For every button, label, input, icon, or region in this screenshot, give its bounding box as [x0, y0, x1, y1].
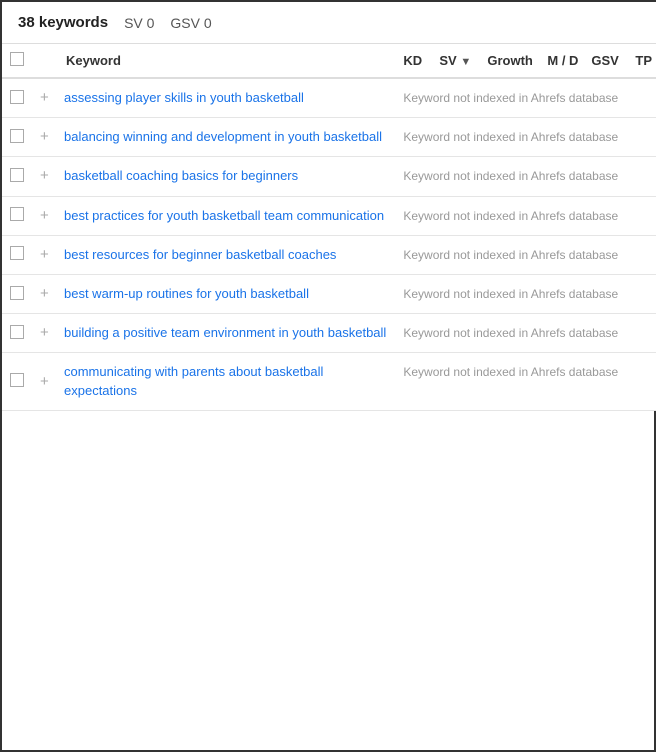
- plus-icon[interactable]: +: [40, 285, 49, 302]
- row-keyword-cell: best resources for beginner basketball c…: [58, 235, 397, 274]
- table-row: + basketball coaching basics for beginner…: [2, 157, 656, 196]
- select-all-checkbox[interactable]: [10, 52, 24, 66]
- table-row: + best practices for youth basketball tea…: [2, 196, 656, 235]
- not-indexed-label: Keyword not indexed in Ahrefs database: [397, 235, 656, 274]
- sv-label: SV 0: [124, 15, 154, 31]
- row-keyword-cell: balancing winning and development in you…: [58, 118, 397, 157]
- keywords-table: Keyword KD SV ▼ Growth M / D: [2, 44, 656, 411]
- plus-icon[interactable]: +: [40, 167, 49, 184]
- row-add-icon[interactable]: +: [34, 78, 58, 118]
- row-keyword-cell: assessing player skills in youth basketb…: [58, 78, 397, 118]
- gsv-label: GSV 0: [170, 15, 211, 31]
- row-checkbox-cell: [2, 274, 34, 313]
- row-checkbox-cell: [2, 196, 34, 235]
- header-tp: TP: [629, 44, 656, 78]
- header-md: M / D: [541, 44, 585, 78]
- table-row: + assessing player skills in youth basket…: [2, 78, 656, 118]
- plus-icon[interactable]: +: [40, 89, 49, 106]
- header-checkbox-cell: [2, 44, 34, 78]
- row-add-icon[interactable]: +: [34, 274, 58, 313]
- header-plus-cell: [34, 44, 58, 78]
- row-add-icon[interactable]: +: [34, 353, 58, 410]
- row-checkbox[interactable]: [10, 373, 24, 387]
- keyword-link[interactable]: balancing winning and development in you…: [64, 129, 382, 144]
- plus-icon[interactable]: +: [40, 207, 49, 224]
- plus-icon[interactable]: +: [40, 128, 49, 145]
- keyword-link[interactable]: best warm-up routines for youth basketba…: [64, 286, 309, 301]
- header-growth: Growth: [481, 44, 541, 78]
- not-indexed-label: Keyword not indexed in Ahrefs database: [397, 196, 656, 235]
- table-row: + communicating with parents about basket…: [2, 353, 656, 410]
- row-keyword-cell: basketball coaching basics for beginners: [58, 157, 397, 196]
- row-checkbox-cell: [2, 353, 34, 410]
- row-add-icon[interactable]: +: [34, 314, 58, 353]
- row-checkbox[interactable]: [10, 207, 24, 221]
- row-checkbox-cell: [2, 78, 34, 118]
- main-container: 38 keywords SV 0 GSV 0 Keyword KD: [2, 2, 656, 411]
- row-checkbox-cell: [2, 235, 34, 274]
- header-sv[interactable]: SV ▼: [433, 44, 481, 78]
- keyword-link[interactable]: basketball coaching basics for beginners: [64, 168, 298, 183]
- not-indexed-label: Keyword not indexed in Ahrefs database: [397, 314, 656, 353]
- row-keyword-cell: building a positive team environment in …: [58, 314, 397, 353]
- row-checkbox[interactable]: [10, 246, 24, 260]
- row-checkbox-cell: [2, 314, 34, 353]
- keyword-link[interactable]: best resources for beginner basketball c…: [64, 247, 336, 262]
- not-indexed-label: Keyword not indexed in Ahrefs database: [397, 78, 656, 118]
- header-kd: KD: [397, 44, 433, 78]
- not-indexed-label: Keyword not indexed in Ahrefs database: [397, 353, 656, 410]
- row-add-icon[interactable]: +: [34, 235, 58, 274]
- plus-icon[interactable]: +: [40, 324, 49, 341]
- plus-icon[interactable]: +: [40, 373, 49, 390]
- row-checkbox[interactable]: [10, 129, 24, 143]
- keyword-link[interactable]: building a positive team environment in …: [64, 325, 386, 340]
- header-bar: 38 keywords SV 0 GSV 0: [2, 2, 656, 44]
- row-checkbox[interactable]: [10, 325, 24, 339]
- table-row: + best resources for beginner basketball …: [2, 235, 656, 274]
- keyword-link[interactable]: assessing player skills in youth basketb…: [64, 90, 304, 105]
- row-keyword-cell: best practices for youth basketball team…: [58, 196, 397, 235]
- row-add-icon[interactable]: +: [34, 118, 58, 157]
- table-header-row: Keyword KD SV ▼ Growth M / D: [2, 44, 656, 78]
- row-checkbox-cell: [2, 157, 34, 196]
- keyword-link[interactable]: communicating with parents about basketb…: [64, 364, 323, 397]
- keywords-count: 38 keywords: [18, 14, 108, 31]
- row-checkbox-cell: [2, 118, 34, 157]
- keyword-link[interactable]: best practices for youth basketball team…: [64, 208, 384, 223]
- plus-icon[interactable]: +: [40, 246, 49, 263]
- not-indexed-label: Keyword not indexed in Ahrefs database: [397, 274, 656, 313]
- row-checkbox[interactable]: [10, 90, 24, 104]
- table-row: + building a positive team environment in…: [2, 314, 656, 353]
- row-keyword-cell: communicating with parents about basketb…: [58, 353, 397, 410]
- row-add-icon[interactable]: +: [34, 196, 58, 235]
- row-keyword-cell: best warm-up routines for youth basketba…: [58, 274, 397, 313]
- not-indexed-label: Keyword not indexed in Ahrefs database: [397, 118, 656, 157]
- row-add-icon[interactable]: +: [34, 157, 58, 196]
- row-checkbox[interactable]: [10, 168, 24, 182]
- table-row: + best warm-up routines for youth basketb…: [2, 274, 656, 313]
- keywords-table-wrap: Keyword KD SV ▼ Growth M / D: [2, 44, 656, 411]
- sv-sort-arrow: ▼: [460, 56, 471, 68]
- row-checkbox[interactable]: [10, 286, 24, 300]
- not-indexed-label: Keyword not indexed in Ahrefs database: [397, 157, 656, 196]
- table-row: + balancing winning and development in yo…: [2, 118, 656, 157]
- header-gsv: GSV: [585, 44, 629, 78]
- header-keyword: Keyword: [58, 44, 397, 78]
